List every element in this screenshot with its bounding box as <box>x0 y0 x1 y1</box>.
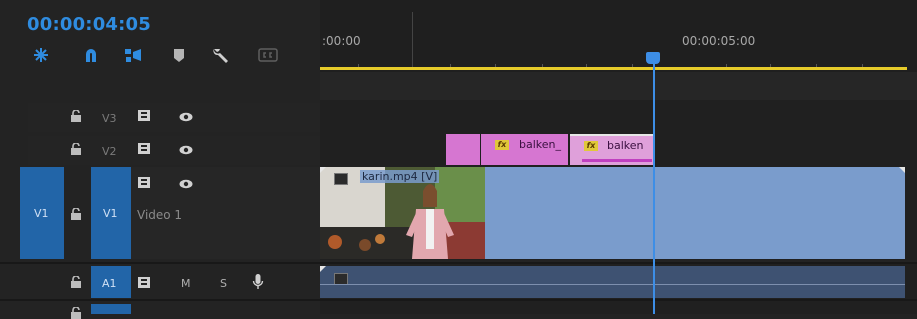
lock-icon[interactable] <box>70 143 82 155</box>
toggle-output-icon[interactable] <box>138 177 152 188</box>
microphone-icon[interactable] <box>252 274 264 290</box>
fx-badge-icon <box>334 173 348 185</box>
lock-icon[interactable] <box>70 110 82 122</box>
clip-label: balken_ <box>519 138 561 151</box>
toggle-output-icon[interactable] <box>138 110 152 121</box>
track-target-v1[interactable]: V1 <box>91 167 131 259</box>
timeline-header: 00:00:04:05 <box>0 0 320 100</box>
toggle-output-icon[interactable] <box>138 143 152 154</box>
ruler-label-start: :00:00 <box>322 34 361 48</box>
playhead-timecode[interactable]: 00:00:04:05 <box>27 14 151 35</box>
wrench-icon[interactable] <box>210 44 232 66</box>
clip-balken-2[interactable]: fx balken <box>570 134 655 165</box>
time-ruler[interactable]: :00:00 00:00:05:00 <box>320 0 917 100</box>
track-target-a2[interactable] <box>91 304 131 314</box>
clip-pink[interactable] <box>446 134 480 165</box>
eye-icon[interactable] <box>179 179 193 189</box>
captions-icon[interactable] <box>257 44 279 66</box>
mute-button[interactable]: M <box>181 277 191 290</box>
ruler-major-tick <box>412 12 413 68</box>
fx-badge: fx <box>584 141 598 151</box>
toggle-output-icon[interactable] <box>138 277 152 288</box>
track-label-v2: V2 <box>102 145 117 158</box>
clip-karin-video[interactable]: karin.mp4 [V] <box>320 167 905 259</box>
work-area-bar[interactable] <box>320 67 907 70</box>
linked-selection-icon[interactable] <box>122 44 144 66</box>
marker-icon[interactable] <box>168 44 190 66</box>
track-name-v1: Video 1 <box>137 208 183 222</box>
lock-icon[interactable] <box>70 276 82 288</box>
track-label-v3: V3 <box>102 112 117 125</box>
track-target-a1[interactable]: A1 <box>91 266 131 298</box>
eye-icon[interactable] <box>179 145 193 155</box>
lock-icon[interactable] <box>70 208 82 220</box>
ruler-label-5s: 00:00:05:00 <box>682 34 756 48</box>
playhead-line[interactable] <box>653 60 655 314</box>
clip-karin-audio[interactable] <box>320 266 905 298</box>
lock-icon[interactable] <box>70 307 82 319</box>
eye-icon[interactable] <box>179 112 193 122</box>
clip-balken-1[interactable]: fx balken_ <box>481 134 568 165</box>
snap-icon[interactable] <box>30 44 52 66</box>
clip-label: balken <box>607 139 644 152</box>
source-patch-v1[interactable]: V1 <box>20 167 64 259</box>
solo-button[interactable]: S <box>220 277 227 290</box>
magnet-icon[interactable] <box>80 44 102 66</box>
audio-waveform-line <box>320 284 905 285</box>
fx-badge: fx <box>495 140 509 150</box>
track-lane-v3[interactable] <box>320 100 917 134</box>
clip-label: karin.mp4 [V] <box>360 170 440 183</box>
